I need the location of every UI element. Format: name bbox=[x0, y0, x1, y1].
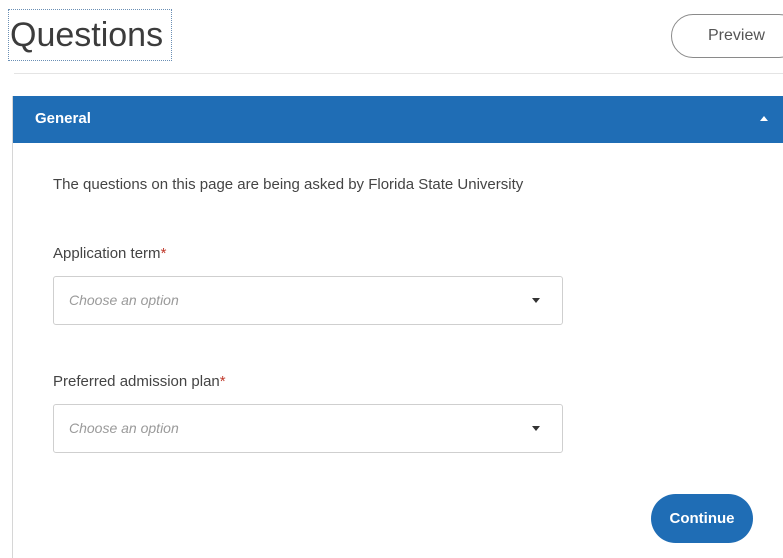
section-header-general[interactable]: General bbox=[13, 96, 783, 143]
field-label-text: Preferred admission plan bbox=[53, 373, 220, 390]
required-indicator: * bbox=[219, 373, 226, 390]
field-label-text: Application term bbox=[53, 245, 161, 262]
header-divider bbox=[14, 73, 783, 74]
select-placeholder: Choose an option bbox=[69, 420, 179, 436]
intro-text: The questions on this page are being ask… bbox=[53, 176, 524, 193]
required-indicator: * bbox=[160, 245, 167, 262]
page-title: Questions bbox=[8, 9, 172, 61]
caret-down-icon bbox=[532, 298, 540, 303]
continue-button[interactable]: Continue bbox=[651, 494, 753, 543]
general-section: General The questions on this page are b… bbox=[12, 96, 783, 558]
caret-down-icon bbox=[532, 426, 540, 431]
preview-button[interactable]: Preview bbox=[671, 14, 783, 58]
application-term-label: Application term* bbox=[53, 245, 166, 262]
admission-plan-label: Preferred admission plan* bbox=[53, 373, 226, 390]
section-title: General bbox=[35, 110, 91, 127]
chevron-up-icon[interactable] bbox=[760, 116, 768, 121]
select-placeholder: Choose an option bbox=[69, 292, 179, 308]
questions-page: Questions Preview General The questions … bbox=[0, 0, 783, 558]
application-term-select[interactable]: Choose an option bbox=[53, 276, 563, 325]
admission-plan-select[interactable]: Choose an option bbox=[53, 404, 563, 453]
